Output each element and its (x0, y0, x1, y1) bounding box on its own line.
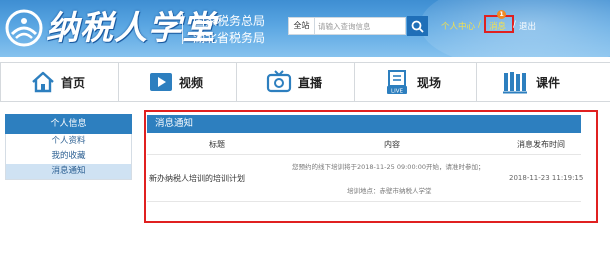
search-scope-select[interactable]: 全站 (289, 18, 315, 34)
logout-link[interactable]: 退出 (519, 20, 536, 32)
column-header-content: 内容 (384, 140, 400, 149)
tv-live-icon (266, 70, 292, 93)
table-row[interactable]: 新办纳税人培训的培训计划 您预约的线下培训将于2018-11-25 09:00:… (147, 154, 584, 202)
search-bar: 全站 (288, 17, 406, 35)
building-live-icon: LIVE (387, 70, 407, 95)
nav-item-courseware[interactable]: 课件 (476, 63, 610, 101)
nav-item-home[interactable]: 首页 (0, 63, 118, 101)
nav-label-onsite: 现场 (417, 76, 442, 90)
message-count-badge: 1 (497, 10, 506, 19)
sidebar-menu: 个人资料 我的收藏 消息通知 (5, 134, 132, 180)
messages-link-label: 消息 (489, 22, 507, 32)
link-separator: / (478, 20, 481, 30)
messages-panel-header: 消息通知 (147, 115, 581, 133)
sidebar-header: 个人信息 (5, 114, 132, 134)
link-separator: / (513, 20, 516, 30)
nav-item-video[interactable]: 视频 (118, 63, 236, 101)
header-banner: 纳税人学堂 国家税务总局 湖北省税务局 全站 个人中心 / 消息 1 / 退出 (0, 0, 610, 57)
nav-label-courseware: 课件 (536, 76, 561, 90)
personal-center-link[interactable]: 个人中心 (441, 20, 475, 32)
nav-label-live: 直播 (298, 76, 323, 90)
main-nav: 首页 视频 直播 LIVE 现场 课件 (0, 62, 610, 102)
message-title[interactable]: 新办纳税人培训的培训计划 (149, 173, 245, 184)
org-name-line1: 国家税务总局 (193, 14, 266, 28)
messages-panel-title: 消息通知 (155, 118, 194, 129)
nav-label-home: 首页 (61, 76, 86, 90)
message-time: 2018-11-23 11:19:15 (509, 174, 584, 182)
search-icon (411, 20, 424, 33)
sidebar-item-notifications[interactable]: 消息通知 (6, 164, 131, 179)
column-header-title: 标题 (209, 140, 225, 149)
column-header-time: 消息发布时间 (517, 140, 565, 149)
sidebar: 个人信息 个人资料 我的收藏 消息通知 (5, 114, 132, 180)
svg-text:LIVE: LIVE (391, 89, 403, 95)
sidebar-item-favorites[interactable]: 我的收藏 (6, 149, 131, 164)
messages-table-header: 标题 内容 消息发布时间 (147, 136, 581, 154)
nav-item-onsite[interactable]: LIVE 现场 (354, 63, 476, 101)
message-content-line1: 您预约的线下培训将于2018-11-25 09:00:00开始，请准时参加； (292, 163, 485, 171)
video-play-icon (150, 73, 172, 91)
nav-label-video: 视频 (179, 76, 204, 90)
org-name-line2: 湖北省税务局 (193, 31, 266, 45)
header-divider (182, 14, 183, 44)
search-input[interactable] (315, 18, 403, 34)
books-icon (503, 72, 527, 94)
search-button[interactable] (407, 16, 428, 36)
logo-text[interactable]: 纳税人学堂 (46, 7, 216, 49)
sidebar-item-profile[interactable]: 个人资料 (6, 134, 131, 149)
message-content-line2: 培训地点：赤壁市纳税人学堂 (347, 187, 432, 195)
nav-item-live[interactable]: 直播 (236, 63, 354, 101)
home-icon (32, 71, 54, 93)
logo-icon[interactable] (4, 8, 44, 48)
